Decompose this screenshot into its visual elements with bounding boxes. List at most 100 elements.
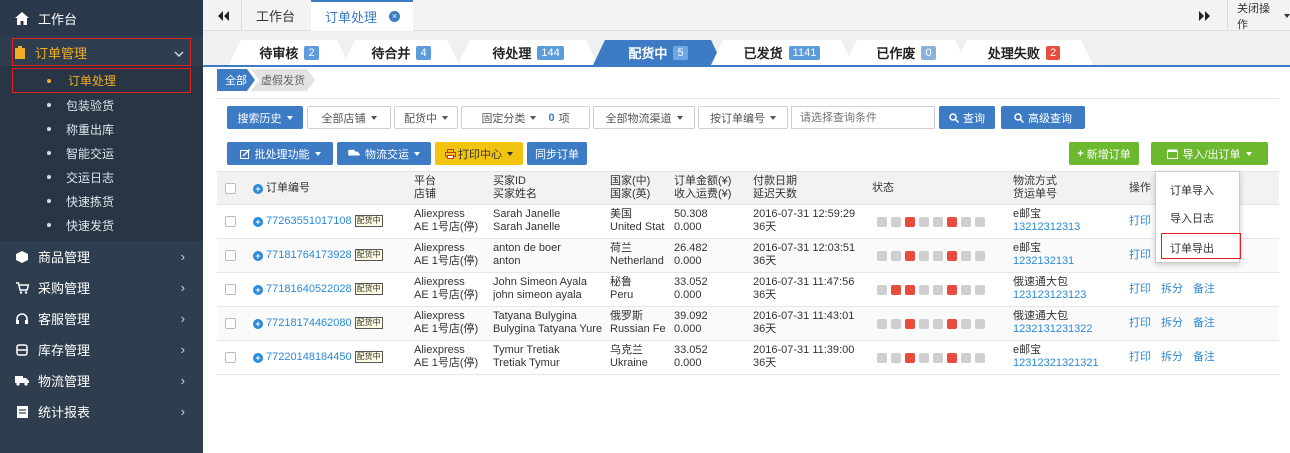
scroll-tabs-right-button[interactable] bbox=[1199, 0, 1211, 31]
status-tab-pending-review[interactable]: 待审核 2 bbox=[229, 40, 349, 65]
collapse-tabs-button[interactable] bbox=[217, 0, 229, 31]
status-tab-voided[interactable]: 已作废 0 bbox=[845, 40, 967, 65]
row-checkbox[interactable] bbox=[225, 352, 236, 363]
tab-workbench[interactable]: 工作台 bbox=[256, 0, 295, 31]
split-link[interactable]: 拆分 bbox=[1161, 351, 1183, 363]
table-row[interactable]: +77181764173928 配货中 Aliexpress AE 1号店(停) ant… bbox=[217, 239, 1279, 273]
header-label: 店铺 bbox=[414, 188, 436, 200]
order-id-link[interactable]: 77263551017108 bbox=[266, 215, 352, 227]
tracking-number-link[interactable]: 13212312313 bbox=[1013, 221, 1080, 234]
hand-icon bbox=[919, 319, 929, 329]
sidebar-item-logistics[interactable]: 物流管理 › bbox=[0, 365, 203, 396]
sub-tab-virtual-ship[interactable]: 虚假发货 bbox=[251, 69, 315, 91]
sidebar-item-customer-service[interactable]: 客服管理 › bbox=[0, 303, 203, 334]
status-tab-shipped[interactable]: 已发货 1141 bbox=[711, 40, 853, 65]
status-tab-pending-merge[interactable]: 待合并 4 bbox=[343, 40, 459, 65]
expand-row-icon[interactable]: + bbox=[253, 251, 263, 261]
row-checkbox[interactable] bbox=[225, 216, 236, 227]
status-select[interactable]: 配货中 bbox=[394, 106, 458, 129]
logistics-ship-button[interactable]: 物流交运 bbox=[337, 142, 431, 165]
table-row[interactable]: +77181640522028 配货中 Aliexpress AE 1号店(停) Joh… bbox=[217, 273, 1279, 307]
order-id-link[interactable]: 77181764173928 bbox=[266, 249, 352, 261]
header-label: 国家(中) bbox=[610, 175, 651, 187]
select-all-checkbox[interactable] bbox=[225, 183, 236, 194]
sub-tab-all[interactable]: 全部 bbox=[217, 69, 255, 91]
print-link[interactable]: 打印 bbox=[1129, 317, 1151, 329]
sync-orders-button[interactable]: 同步订单 bbox=[527, 142, 587, 165]
note-link[interactable]: 备注 bbox=[1193, 283, 1215, 295]
split-link[interactable]: 拆分 bbox=[1161, 317, 1183, 329]
sidebar-subitem-ship-log[interactable]: 交运日志 bbox=[0, 165, 203, 189]
menu-item-order-export[interactable]: 订单导出 bbox=[1170, 240, 1214, 256]
status-tab-allocating[interactable]: 配货中 5 bbox=[593, 40, 723, 65]
expand-row-icon[interactable]: + bbox=[253, 285, 263, 295]
tracking-number-link[interactable]: 12312321321321 bbox=[1013, 357, 1099, 370]
header-order-no[interactable]: + 订单编号 bbox=[253, 182, 310, 195]
sidebar-subitem-quick-pick[interactable]: 快速拣货 bbox=[0, 189, 203, 213]
menu-item-import-log[interactable]: 导入日志 bbox=[1170, 210, 1214, 226]
sidebar-item-products[interactable]: 商品管理 › bbox=[0, 241, 203, 272]
sidebar-subitem-weighing[interactable]: 称重出库 bbox=[0, 117, 203, 141]
menu-item-order-import[interactable]: 订单导入 bbox=[1170, 182, 1214, 198]
row-checkbox[interactable] bbox=[225, 250, 236, 261]
print-link[interactable]: 打印 bbox=[1129, 215, 1151, 227]
search-field-select[interactable]: 按订单编号 bbox=[698, 106, 788, 129]
sidebar-item-purchasing[interactable]: 采购管理 › bbox=[0, 272, 203, 303]
tracking-number-link[interactable]: 1232131231322 bbox=[1013, 323, 1093, 336]
sidebar-item-home[interactable]: 工作台 bbox=[0, 0, 203, 36]
country-cell-line2: Peru bbox=[610, 289, 634, 301]
note-link[interactable]: 备注 bbox=[1193, 317, 1215, 329]
sidebar-subitem-smart-ship[interactable]: 智能交运 bbox=[0, 141, 203, 165]
status-tab-pending-process[interactable]: 待处理 144 bbox=[458, 40, 598, 65]
new-order-button[interactable]: + 新增订单 bbox=[1069, 142, 1139, 165]
print-link[interactable]: 打印 bbox=[1129, 249, 1151, 261]
sidebar-item-inventory[interactable]: 库存管理 › bbox=[0, 334, 203, 365]
order-id-link[interactable]: 77220148184450 bbox=[266, 351, 352, 363]
tracking-number-link[interactable]: 1232132131 bbox=[1013, 255, 1074, 268]
sidebar-subitem-quick-ship[interactable]: 快速发货 bbox=[0, 213, 203, 237]
expand-row-icon[interactable]: + bbox=[253, 319, 263, 329]
batch-functions-button[interactable]: 批处理功能 bbox=[227, 142, 333, 165]
query-button[interactable]: 查询 bbox=[939, 106, 995, 129]
order-id-link[interactable]: 77218174462080 bbox=[266, 317, 352, 329]
note-link[interactable]: 备注 bbox=[1193, 351, 1215, 363]
platform-cell: Aliexpress AE 1号店(停) bbox=[414, 242, 478, 268]
close-tab-icon[interactable]: × bbox=[389, 11, 401, 22]
status-tabs: 待审核 2 待合并 4 待处理 144 配货中 5 已发货 1141 已作废 0 处理失败 2 bbox=[203, 31, 1290, 67]
expand-row-icon[interactable]: + bbox=[253, 217, 263, 227]
order-id-cell: +77218174462080 配货中 bbox=[253, 317, 383, 330]
row-checkbox[interactable] bbox=[225, 318, 236, 329]
print-link[interactable]: 打印 bbox=[1129, 351, 1151, 363]
logistics-channel-select[interactable]: 全部物流渠道 bbox=[593, 106, 695, 129]
button-label: 高级查询 bbox=[1028, 112, 1072, 125]
print-link[interactable]: 打印 bbox=[1129, 283, 1151, 295]
sidebar-subitem-order-processing[interactable]: 订单处理 bbox=[12, 68, 191, 93]
tab-order-processing[interactable]: 订单处理 × bbox=[311, 0, 413, 31]
split-link[interactable]: 拆分 bbox=[1161, 283, 1183, 295]
status-tab-failed[interactable]: 处理失败 2 bbox=[955, 40, 1093, 65]
table-row[interactable]: +77263551017108 配货中 Aliexpress AE 1号店(停) Sar… bbox=[217, 205, 1279, 239]
ship-method: e邮宝 bbox=[1013, 242, 1042, 254]
tracking-number-link[interactable]: 123123123123 bbox=[1013, 289, 1086, 302]
table-row[interactable]: +77220148184450 配货中 Aliexpress AE 1号店(停) Tym… bbox=[217, 341, 1279, 375]
sidebar-item-order-management[interactable]: 订单管理 bbox=[12, 38, 191, 66]
buyer-cell: Tatyana Bulygina Bulygina Tatyana Yure bbox=[493, 310, 605, 336]
fixed-category-select[interactable]: 固定分类 0 项 bbox=[461, 106, 590, 129]
heart-icon bbox=[947, 217, 957, 227]
advanced-query-button[interactable]: 高级查询 bbox=[1001, 106, 1085, 129]
caret-down-icon bbox=[286, 115, 293, 120]
expand-row-icon[interactable]: + bbox=[253, 353, 263, 363]
buyer-cell-line1: Tatyana Bulygina bbox=[493, 310, 577, 322]
table-row[interactable]: +77218174462080 配货中 Aliexpress AE 1号店(停) Tat… bbox=[217, 307, 1279, 341]
sidebar-item-reports[interactable]: 统计报表 › bbox=[0, 396, 203, 427]
search-history-button[interactable]: 搜索历史 bbox=[227, 106, 303, 129]
import-export-orders-button[interactable]: 导入/出订单 bbox=[1151, 142, 1268, 165]
close-operations-button[interactable]: 关闭操作 bbox=[1237, 0, 1290, 31]
print-center-button[interactable]: 打印中心 bbox=[435, 142, 523, 165]
sidebar-subitem-packing[interactable]: 包装验货 bbox=[0, 93, 203, 117]
shop-select[interactable]: 全部店铺 bbox=[307, 106, 391, 129]
search-input[interactable] bbox=[791, 106, 935, 129]
order-id-link[interactable]: 77181640522028 bbox=[266, 283, 352, 295]
select-value: 按订单编号 bbox=[710, 112, 765, 125]
row-checkbox[interactable] bbox=[225, 284, 236, 295]
